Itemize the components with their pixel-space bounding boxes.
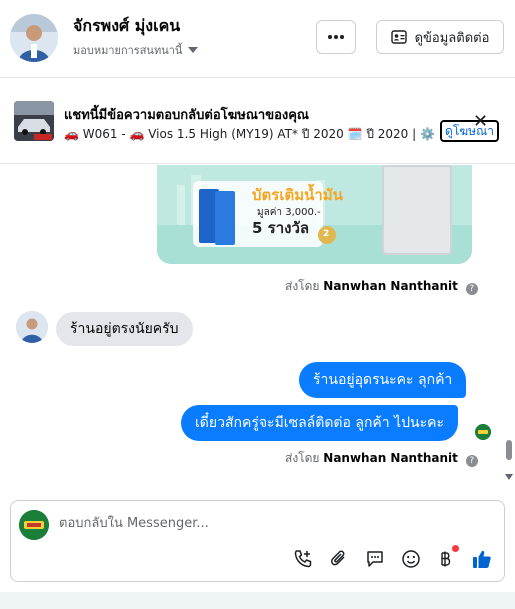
conversation-header: จักรพงศ์ มุ่งเคน มอบหมายการสนทนานี้ ดูข้… bbox=[0, 0, 515, 78]
assign-label: มอบหมายการสนทนานี้ bbox=[73, 44, 183, 57]
view-contact-info-label: ดูข้อมูลติดต่อ bbox=[414, 30, 490, 46]
assign-conversation-dropdown[interactable]: มอบหมายการสนทนานี้ bbox=[73, 41, 199, 59]
notification-dot bbox=[452, 545, 459, 552]
reply-composer bbox=[10, 500, 505, 582]
outgoing-message[interactable]: เดี๋ยวสักครู่จะมีเซลล์ติดต่อ ลูกค้า ไปนะ… bbox=[181, 405, 459, 441]
promo-image-message[interactable]: บัตรเติมน้ำมัน มูลค่า 3,000.- 5 รางวัล 2 bbox=[157, 165, 472, 264]
emoji-icon[interactable] bbox=[399, 547, 423, 571]
page-avatar bbox=[19, 510, 49, 540]
seen-indicator-avatar bbox=[475, 424, 491, 440]
promo-winners: 5 รางวัล bbox=[252, 219, 310, 237]
scrollbar-thumb[interactable] bbox=[506, 440, 512, 460]
more-options-button[interactable] bbox=[316, 20, 356, 54]
view-contact-info-button[interactable]: ดูข้อมูลติดต่อ bbox=[376, 20, 504, 54]
info-icon[interactable]: ? bbox=[465, 455, 478, 467]
attach-icon[interactable] bbox=[327, 547, 351, 571]
sender-name[interactable]: Nanwhan Nanthanit bbox=[323, 279, 458, 293]
ad-banner-subtitle: 🚗 W061 - 🚗 Vios 1.5 High (MY19) AT* ปี 2… bbox=[64, 127, 436, 141]
contact-avatar-small[interactable] bbox=[16, 311, 48, 343]
reply-input[interactable] bbox=[59, 511, 479, 535]
promo-headline: บัตรเติมน้ำมัน bbox=[252, 186, 343, 204]
scroll-down-arrow[interactable] bbox=[505, 474, 513, 480]
info-icon[interactable]: ? bbox=[465, 283, 478, 295]
message-thread[interactable]: บัตรเติมน้ำมัน มูลค่า 3,000.- 5 รางวัล 2… bbox=[0, 165, 515, 490]
more-icon bbox=[328, 35, 344, 39]
sent-by-label: ส่งโดย Nanwhan Nanthanit ? bbox=[285, 277, 478, 296]
like-icon[interactable] bbox=[470, 547, 494, 571]
incoming-message[interactable]: ร้านอยู่ตรงนัยครับ bbox=[56, 312, 193, 346]
page-footer bbox=[0, 592, 515, 609]
contact-avatar[interactable] bbox=[10, 14, 58, 62]
contact-name[interactable]: จักรพงศ์ มุ่งเคน bbox=[73, 14, 180, 39]
message-icon[interactable] bbox=[363, 547, 387, 571]
ad-thumbnail[interactable] bbox=[14, 101, 54, 141]
chevron-down-icon bbox=[188, 47, 199, 53]
ad-reply-banner: แชทนี้มีข้อความตอบกลับต่อโฆษณาของคุณ 🚗 W… bbox=[0, 79, 515, 164]
sent-by-label: ส่งโดย Nanwhan Nanthanit ? bbox=[285, 449, 478, 468]
ad-banner-title: แชทนี้มีข้อความตอบกลับต่อโฆษณาของคุณ bbox=[64, 108, 309, 123]
call-add-icon[interactable] bbox=[291, 547, 315, 571]
outgoing-message[interactable]: ร้านอยู่อุดรนะคะ ลุกค้า bbox=[299, 362, 467, 398]
sender-name[interactable]: Nanwhan Nanthanit bbox=[323, 451, 458, 465]
close-icon[interactable]: ✕ bbox=[473, 113, 488, 131]
view-ad-button[interactable]: ดูโฆษณา bbox=[440, 120, 499, 142]
contact-card-icon bbox=[390, 30, 407, 44]
promo-medal-number: 2 bbox=[323, 229, 330, 239]
